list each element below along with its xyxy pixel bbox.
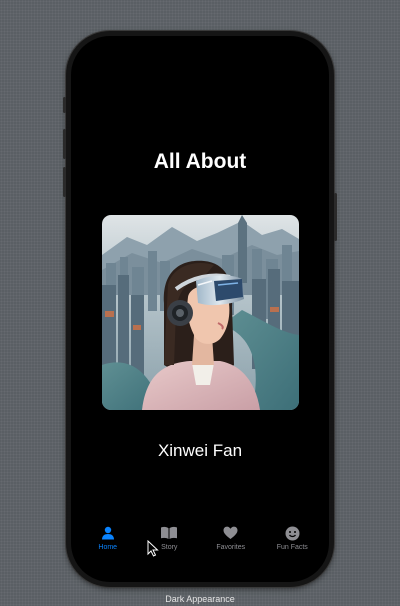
action-button — [63, 97, 66, 113]
smiley-icon — [285, 524, 300, 542]
heart-icon — [223, 524, 238, 542]
tab-favorites[interactable]: Favorites — [201, 524, 261, 564]
book-icon — [160, 524, 178, 542]
tab-label: Fun Facts — [276, 544, 308, 551]
tab-label: Story — [161, 544, 178, 551]
tab-home[interactable]: Home — [78, 524, 138, 564]
tab-bar: Home Story Favorites Fun Facts — [71, 524, 329, 564]
tab-label: Home — [98, 544, 118, 551]
tab-label: Favorites — [216, 544, 246, 551]
person-name: Xinwei Fan — [157, 441, 243, 460]
tab-fun-facts[interactable]: Fun Facts — [262, 524, 322, 564]
volume-down-button — [63, 167, 66, 197]
page-title: All About — [153, 150, 247, 173]
person-icon — [101, 524, 115, 542]
app-screen: All About Xinwei Fan Home Story Favorite… — [71, 36, 329, 582]
mouse-pointer-icon — [147, 539, 159, 562]
power-button — [334, 193, 337, 241]
volume-up-button — [63, 129, 66, 159]
portrait-image — [102, 215, 299, 410]
appearance-caption: Dark Appearance — [165, 594, 235, 604]
phone-frame: All About Xinwei Fan Home Story Favorite… — [63, 31, 337, 587]
